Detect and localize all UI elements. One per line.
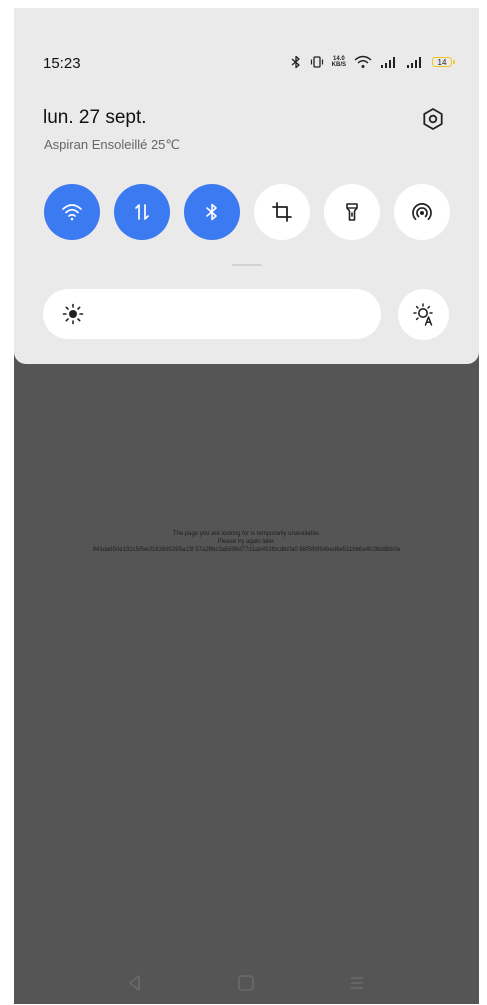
home-button[interactable]	[233, 970, 259, 996]
error-line-3: 943da650e132c5f5ecf1838d0295a13f 57a26bc…	[92, 547, 401, 553]
bluetooth-status-icon	[291, 55, 300, 69]
vibrate-icon	[310, 56, 323, 68]
sun-brightness-icon	[62, 303, 84, 325]
background-webpage	[14, 364, 479, 1004]
status-time: 15:23	[43, 55, 81, 72]
navigation-bar	[14, 962, 479, 1004]
signal-icon-sim1	[381, 57, 395, 68]
settings-hexagon-icon	[423, 108, 443, 130]
brightness-slider[interactable]	[43, 289, 381, 339]
phone-screen: The page you are looking for is temporar…	[14, 8, 479, 1004]
home-square-icon	[238, 975, 254, 991]
wifi-icon	[62, 204, 82, 221]
recents-button[interactable]	[344, 970, 370, 996]
date-label[interactable]: lun. 27 sept.	[43, 107, 147, 129]
network-speed-unit: KB/S	[331, 62, 346, 68]
auto-brightness-icon	[412, 302, 433, 326]
auto-brightness-toggle[interactable]	[398, 289, 449, 340]
settings-button[interactable]	[420, 106, 446, 132]
crop-screenshot-icon	[272, 202, 292, 222]
battery-indicator: 14	[432, 57, 455, 67]
back-button[interactable]	[122, 970, 148, 996]
error-line-2: Please try again later.	[217, 539, 276, 545]
flashlight-toggle[interactable]	[324, 184, 380, 240]
screenshot-toggle[interactable]	[254, 184, 310, 240]
wifi-toggle[interactable]	[44, 184, 100, 240]
bluetooth-icon	[206, 203, 217, 221]
mobile-data-arrows-icon	[135, 204, 149, 220]
hotspot-toggle[interactable]	[394, 184, 450, 240]
hotspot-icon	[412, 203, 432, 221]
panel-drag-handle[interactable]	[232, 264, 262, 266]
recents-menu-icon	[351, 977, 363, 989]
flashlight-icon	[346, 203, 358, 221]
signal-icon-sim2	[407, 57, 421, 68]
wifi-status-icon	[354, 55, 372, 68]
network-speed: 14.0 KB/S	[332, 56, 346, 68]
weather-label[interactable]: Aspiran Ensoleillé 25℃	[44, 137, 180, 153]
quick-settings-panel: 15:23 14.0 KB/S 14 lun. 27 sept. Aspiran…	[14, 8, 479, 364]
error-line-1: The page you are looking for is temporar…	[172, 531, 321, 537]
status-icons: 14.0 KB/S 14	[290, 52, 455, 72]
mobile-data-toggle[interactable]	[114, 184, 170, 240]
error-message: The page you are looking for is temporar…	[14, 530, 479, 554]
back-triangle-icon	[129, 975, 140, 991]
bluetooth-toggle[interactable]	[184, 184, 240, 240]
